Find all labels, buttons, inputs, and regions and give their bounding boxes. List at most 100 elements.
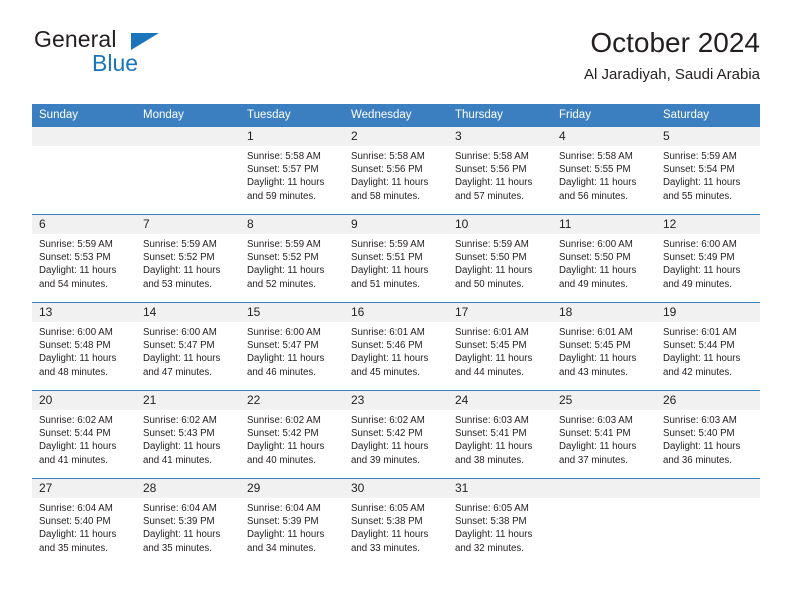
daylight-text-line1: Daylight: 11 hours: [663, 353, 741, 365]
daylight-text-line2: and 56 minutes.: [559, 190, 628, 202]
day-number: 14: [143, 305, 157, 319]
day-details: Sunrise: 5:59 AM Sunset: 5:52 PM Daylight:…: [136, 234, 240, 291]
day-cell[interactable]: 8 Sunrise: 5:59 AM Sunset: 5:52 PM Daylight…: [240, 215, 344, 302]
day-number-band: 30: [344, 479, 448, 498]
day-cell[interactable]: 25 Sunrise: 6:03 AM Sunset: 5:41 PM Dayligh…: [552, 391, 656, 478]
day-number: 1: [247, 129, 254, 143]
sunset-text: Sunset: 5:38 PM: [351, 516, 423, 528]
day-details: Sunrise: 6:02 AM Sunset: 5:42 PM Daylight:…: [240, 410, 344, 467]
day-details: Sunrise: 6:01 AM Sunset: 5:45 PM Daylight:…: [552, 322, 656, 379]
day-cell[interactable]: 20 Sunrise: 6:02 AM Sunset: 5:44 PM Dayligh…: [32, 391, 136, 478]
day-cell[interactable]: 27 Sunrise: 6:04 AM Sunset: 5:40 PM Dayligh…: [32, 479, 136, 566]
day-details: Sunrise: 6:03 AM Sunset: 5:41 PM Daylight:…: [448, 410, 552, 467]
sunrise-text: Sunrise: 6:00 AM: [559, 239, 633, 250]
day-cell[interactable]: 19 Sunrise: 6:01 AM Sunset: 5:44 PM Dayligh…: [656, 303, 760, 390]
day-number-band: [136, 127, 240, 146]
daylight-text-line2: and 59 minutes.: [247, 190, 316, 202]
daylight-text-line2: and 39 minutes.: [351, 454, 420, 466]
weekday-header-row: Sunday Monday Tuesday Wednesday Thursday…: [32, 104, 760, 126]
day-cell[interactable]: 1 Sunrise: 5:58 AM Sunset: 5:57 PM Daylight…: [240, 127, 344, 214]
day-number: 28: [143, 481, 157, 495]
day-cell-empty: [32, 127, 136, 214]
day-number-band: 7: [136, 215, 240, 234]
daylight-text-line1: Daylight: 11 hours: [559, 177, 637, 189]
sunset-text: Sunset: 5:54 PM: [663, 164, 735, 176]
day-number-band: [656, 479, 760, 498]
day-cell[interactable]: 22 Sunrise: 6:02 AM Sunset: 5:42 PM Dayligh…: [240, 391, 344, 478]
sunrise-text: Sunrise: 5:58 AM: [351, 151, 425, 162]
sunset-text: Sunset: 5:41 PM: [559, 428, 631, 440]
day-cell[interactable]: 16 Sunrise: 6:01 AM Sunset: 5:46 PM Dayligh…: [344, 303, 448, 390]
day-cell[interactable]: 21 Sunrise: 6:02 AM Sunset: 5:43 PM Dayligh…: [136, 391, 240, 478]
day-number: 23: [351, 393, 365, 407]
day-details: Sunrise: 5:59 AM Sunset: 5:53 PM Daylight:…: [32, 234, 136, 291]
day-cell[interactable]: 26 Sunrise: 6:03 AM Sunset: 5:40 PM Dayligh…: [656, 391, 760, 478]
day-cell[interactable]: 10 Sunrise: 5:59 AM Sunset: 5:50 PM Dayligh…: [448, 215, 552, 302]
day-number-band: 14: [136, 303, 240, 322]
day-number-band: 29: [240, 479, 344, 498]
page-subtitle-location: Al Jaradiyah, Saudi Arabia: [584, 66, 760, 83]
daylight-text-line2: and 57 minutes.: [455, 190, 524, 202]
daylight-text-line2: and 35 minutes.: [39, 542, 108, 554]
daylight-text-line1: Daylight: 11 hours: [39, 529, 117, 541]
sunrise-text: Sunrise: 5:59 AM: [143, 239, 217, 250]
sunrise-text: Sunrise: 6:05 AM: [455, 503, 529, 514]
daylight-text-line2: and 48 minutes.: [39, 366, 108, 378]
day-number: 8: [247, 217, 254, 231]
sunset-text: Sunset: 5:44 PM: [663, 340, 735, 352]
sunrise-text: Sunrise: 6:02 AM: [351, 415, 425, 426]
day-cell[interactable]: 15 Sunrise: 6:00 AM Sunset: 5:47 PM Dayligh…: [240, 303, 344, 390]
sunset-text: Sunset: 5:46 PM: [351, 340, 423, 352]
day-cell[interactable]: 6 Sunrise: 5:59 AM Sunset: 5:53 PM Daylight…: [32, 215, 136, 302]
day-details: Sunrise: 6:00 AM Sunset: 5:49 PM Daylight:…: [656, 234, 760, 291]
sunrise-text: Sunrise: 6:03 AM: [455, 415, 529, 426]
day-number: 21: [143, 393, 157, 407]
day-cell[interactable]: 9 Sunrise: 5:59 AM Sunset: 5:51 PM Daylight…: [344, 215, 448, 302]
daylight-text-line1: Daylight: 11 hours: [559, 441, 637, 453]
day-cell[interactable]: 29 Sunrise: 6:04 AM Sunset: 5:39 PM Dayligh…: [240, 479, 344, 566]
day-number-band: 11: [552, 215, 656, 234]
day-cell[interactable]: 5 Sunrise: 5:59 AM Sunset: 5:54 PM Daylight…: [656, 127, 760, 214]
day-cell[interactable]: 17 Sunrise: 6:01 AM Sunset: 5:45 PM Dayligh…: [448, 303, 552, 390]
brand-name-blue: Blue: [92, 50, 139, 76]
daylight-text-line1: Daylight: 11 hours: [247, 177, 325, 189]
day-cell-empty: [136, 127, 240, 214]
day-cell[interactable]: 3 Sunrise: 5:58 AM Sunset: 5:56 PM Daylight…: [448, 127, 552, 214]
day-cell[interactable]: 18 Sunrise: 6:01 AM Sunset: 5:45 PM Dayligh…: [552, 303, 656, 390]
day-cell[interactable]: 4 Sunrise: 5:58 AM Sunset: 5:55 PM Daylight…: [552, 127, 656, 214]
day-details: Sunrise: 5:59 AM Sunset: 5:50 PM Daylight:…: [448, 234, 552, 291]
sunrise-text: Sunrise: 6:00 AM: [39, 327, 113, 338]
day-cell[interactable]: 2 Sunrise: 5:58 AM Sunset: 5:56 PM Daylight…: [344, 127, 448, 214]
day-cell[interactable]: 13 Sunrise: 6:00 AM Sunset: 5:48 PM Dayligh…: [32, 303, 136, 390]
sunrise-text: Sunrise: 6:01 AM: [455, 327, 529, 338]
sunrise-text: Sunrise: 6:04 AM: [39, 503, 113, 514]
sunrise-text: Sunrise: 5:58 AM: [455, 151, 529, 162]
daylight-text-line1: Daylight: 11 hours: [351, 177, 429, 189]
day-number: 20: [39, 393, 53, 407]
sunrise-text: Sunrise: 6:01 AM: [559, 327, 633, 338]
page-header: General Blue October 2024 Al Jaradiyah, …: [32, 26, 760, 98]
day-cell[interactable]: 31 Sunrise: 6:05 AM Sunset: 5:38 PM Dayligh…: [448, 479, 552, 566]
day-cell[interactable]: 24 Sunrise: 6:03 AM Sunset: 5:41 PM Dayligh…: [448, 391, 552, 478]
day-cell[interactable]: 11 Sunrise: 6:00 AM Sunset: 5:50 PM Dayligh…: [552, 215, 656, 302]
day-cell[interactable]: 14 Sunrise: 6:00 AM Sunset: 5:47 PM Dayligh…: [136, 303, 240, 390]
day-cell[interactable]: 12 Sunrise: 6:00 AM Sunset: 5:49 PM Dayligh…: [656, 215, 760, 302]
day-cell[interactable]: 30 Sunrise: 6:05 AM Sunset: 5:38 PM Dayligh…: [344, 479, 448, 566]
sunset-text: Sunset: 5:40 PM: [39, 516, 111, 528]
day-number: 7: [143, 217, 150, 231]
page-title: October 2024: [590, 27, 760, 58]
day-details: Sunrise: 6:03 AM Sunset: 5:41 PM Daylight:…: [552, 410, 656, 467]
day-details: Sunrise: 6:00 AM Sunset: 5:48 PM Daylight:…: [32, 322, 136, 379]
daylight-text-line2: and 53 minutes.: [143, 278, 212, 290]
sunrise-text: Sunrise: 6:02 AM: [39, 415, 113, 426]
sunrise-text: Sunrise: 6:05 AM: [351, 503, 425, 514]
day-cell[interactable]: 28 Sunrise: 6:04 AM Sunset: 5:39 PM Dayligh…: [136, 479, 240, 566]
daylight-text-line2: and 37 minutes.: [559, 454, 628, 466]
day-cell[interactable]: 7 Sunrise: 5:59 AM Sunset: 5:52 PM Daylight…: [136, 215, 240, 302]
day-cell[interactable]: 23 Sunrise: 6:02 AM Sunset: 5:42 PM Dayligh…: [344, 391, 448, 478]
sunrise-text: Sunrise: 6:04 AM: [247, 503, 321, 514]
sunset-text: Sunset: 5:41 PM: [455, 428, 527, 440]
daylight-text-line2: and 32 minutes.: [455, 542, 524, 554]
day-details: Sunrise: 6:05 AM Sunset: 5:38 PM Daylight:…: [448, 498, 552, 555]
daylight-text-line1: Daylight: 11 hours: [455, 441, 533, 453]
